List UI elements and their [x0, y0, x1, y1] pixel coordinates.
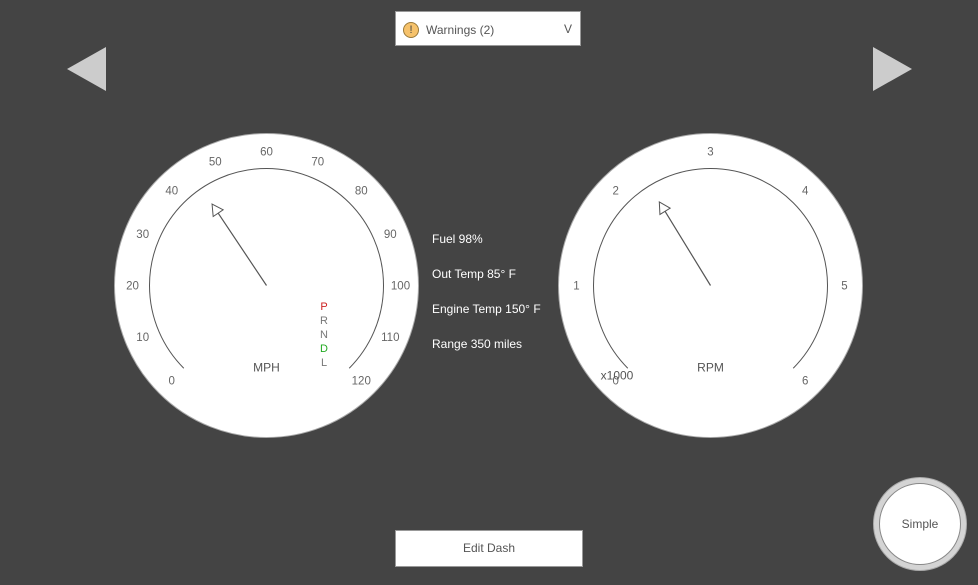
edit-dash-button[interactable]: Edit Dash — [395, 530, 583, 567]
right-arrow-icon[interactable] — [873, 47, 912, 91]
engine-temp-readout: Engine Temp 150° F — [432, 302, 541, 316]
tachometer-multiplier-label: x1000 — [601, 369, 634, 383]
speedometer-gauge: 0 10 20 30 40 50 60 70 80 90 100 110 120 MPH — [112, 131, 421, 440]
speedometer-tick-label: 60 — [260, 147, 273, 159]
warnings-label: Warnings (2) — [426, 23, 495, 37]
tachometer-tick-label: 1 — [573, 281, 579, 293]
tachometer-tick-label: 3 — [707, 147, 713, 159]
gear-d: D — [320, 343, 328, 355]
speedometer-tick-label: 0 — [169, 375, 175, 387]
simple-mode-label: Simple — [879, 483, 961, 565]
range-readout: Range 350 miles — [432, 337, 523, 351]
gear-l: L — [320, 357, 328, 369]
out-temp-readout: Out Temp 85° F — [432, 267, 516, 281]
left-arrow-icon[interactable] — [67, 47, 106, 91]
speedometer-tick-label: 110 — [381, 332, 399, 344]
speedometer-tick-label: 40 — [165, 186, 178, 198]
speedometer-tick-label: 10 — [136, 332, 149, 344]
speedometer-tick-label: 80 — [355, 186, 368, 198]
speedometer-tick-label: 50 — [209, 157, 222, 169]
tachometer-tick-label: 5 — [841, 281, 847, 293]
speedometer-tick-label: 100 — [391, 281, 410, 293]
simple-mode-button[interactable]: Simple — [873, 477, 967, 571]
warnings-dropdown[interactable]: ! Warnings (2) V — [395, 11, 581, 46]
tachometer-tick-label: 4 — [802, 186, 809, 198]
tachometer-gauge: 0 1 2 3 4 5 6 RPM x1000 — [556, 131, 865, 440]
gear-n: N — [320, 329, 328, 341]
fuel-readout: Fuel 98% — [432, 232, 483, 246]
speedometer-tick-label: 90 — [384, 229, 397, 241]
speedometer-tick-label: 70 — [311, 157, 324, 169]
speedometer-tick-label: 20 — [126, 281, 139, 293]
speedometer-tick-label: 120 — [352, 375, 371, 387]
speedometer-tick-label: 30 — [136, 229, 149, 241]
warning-icon: ! — [403, 22, 419, 38]
tachometer-unit-label: RPM — [697, 361, 724, 375]
gear-indicator: P R N D L — [317, 300, 331, 370]
tachometer-tick-label: 6 — [802, 375, 808, 387]
tachometer-tick-label: 2 — [613, 186, 619, 198]
speedometer-dial: 0 10 20 30 40 50 60 70 80 90 100 110 120 MPH — [114, 133, 419, 438]
chevron-down-icon[interactable]: V — [564, 22, 572, 36]
speedometer-unit-label: MPH — [253, 361, 280, 375]
tachometer-dial: 0123456RPMx1000 — [558, 133, 863, 438]
gear-p: P — [320, 301, 328, 313]
gear-r: R — [320, 315, 328, 327]
